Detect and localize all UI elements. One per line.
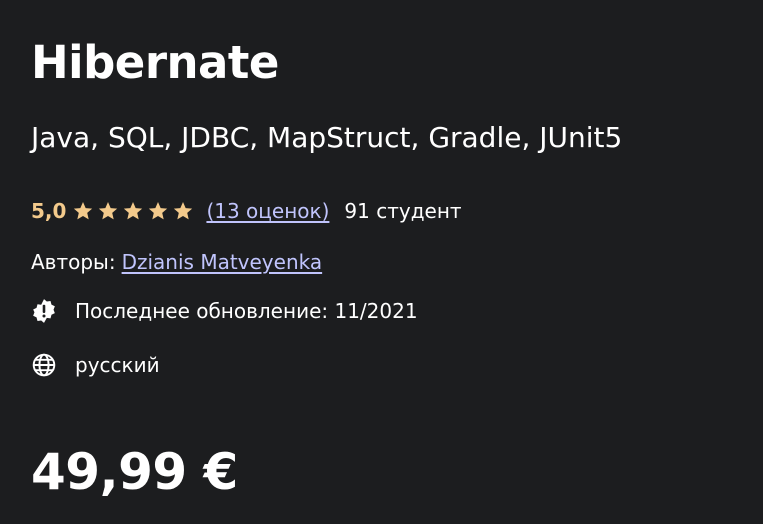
star-icon	[147, 200, 169, 222]
rating-value: 5,0	[31, 199, 67, 223]
rating-stars	[72, 200, 197, 222]
star-icon	[97, 200, 119, 222]
author-link[interactable]: Dzianis Matveyenka	[122, 250, 323, 274]
last-updated-label: Последнее обновление: 11/2021	[75, 299, 418, 323]
rating-row: 5,0 (13 оценок) 91 студент	[31, 196, 462, 226]
course-subtitle: Java, SQL, JDBC, MapStruct, Gradle, JUni…	[31, 121, 623, 154]
last-updated-row: Последнее обновление: 11/2021	[31, 296, 418, 326]
star-icon	[72, 200, 94, 222]
ratings-count-link[interactable]: (13 оценок)	[206, 199, 329, 223]
language-label: русский	[75, 353, 160, 377]
authors-row: Авторы: Dzianis Matveyenka	[31, 247, 322, 277]
language-row: русский	[31, 350, 160, 380]
alert-badge-icon	[31, 298, 57, 324]
globe-icon	[31, 352, 57, 378]
course-title: Hibernate	[31, 36, 279, 89]
students-count: 91 студент	[344, 199, 462, 223]
course-price: 49,99 €	[31, 443, 238, 501]
star-icon	[172, 200, 194, 222]
star-icon	[122, 200, 144, 222]
authors-label: Авторы:	[31, 250, 116, 274]
